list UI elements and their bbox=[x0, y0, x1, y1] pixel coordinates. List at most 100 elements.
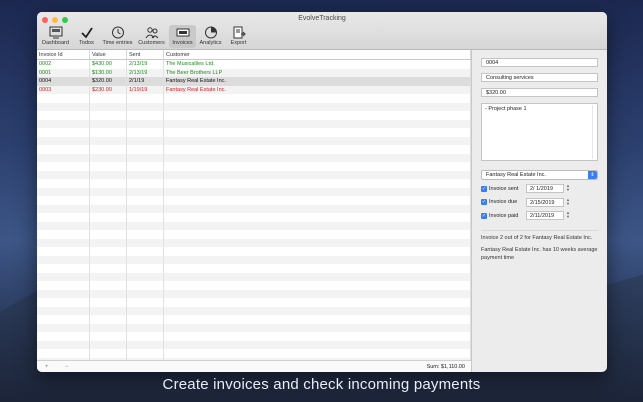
amount-field[interactable]: $320.00 bbox=[481, 88, 598, 97]
empty-cell bbox=[90, 323, 127, 332]
customer-select[interactable]: Fantasy Real Estate Inc. ⇕ bbox=[481, 170, 598, 180]
invoice-sent-stepper[interactable]: ▲ ▼ bbox=[566, 184, 570, 193]
empty-cell bbox=[164, 187, 471, 196]
table-row[interactable]: 0002 $430.00 2/13/19 The Musicallies Ltd… bbox=[37, 60, 471, 69]
empty-cell bbox=[127, 323, 164, 332]
notes-textarea[interactable]: - Project phase 1 bbox=[481, 103, 598, 161]
empty-cell bbox=[90, 213, 127, 222]
cell-value: $130.00 bbox=[90, 68, 127, 77]
main-content: Invoice Id Value Sent Customer 0002 $430… bbox=[37, 50, 607, 372]
invoice-due-checkbox[interactable]: ✓ bbox=[481, 199, 487, 205]
cell-sent: 1/19/19 bbox=[127, 85, 164, 94]
toolbar-invoices[interactable]: Invoices bbox=[169, 25, 196, 48]
table-row[interactable]: 0003 $230.00 1/19/19 Fantasy Real Estate… bbox=[37, 85, 471, 94]
cell-invoice-id: 0003 bbox=[37, 85, 90, 94]
empty-cell bbox=[90, 264, 127, 273]
empty-cell bbox=[164, 315, 471, 324]
empty-cell bbox=[164, 128, 471, 137]
invoice-icon bbox=[176, 28, 189, 37]
invoice-paid-label: Invoice paid bbox=[489, 212, 519, 219]
empty-table-row bbox=[37, 349, 471, 358]
invoice-sent-label: Invoice sent bbox=[489, 185, 519, 192]
empty-cell bbox=[90, 272, 127, 281]
empty-cell bbox=[37, 102, 90, 111]
empty-cell bbox=[164, 289, 471, 298]
invoice-paid-stepper[interactable]: ▲ ▼ bbox=[566, 211, 570, 220]
empty-cell bbox=[164, 230, 471, 239]
invoice-sent-checkbox[interactable]: ✓ bbox=[481, 185, 487, 192]
export-icon bbox=[233, 26, 246, 39]
empty-table-row bbox=[37, 102, 471, 111]
empty-cell bbox=[164, 179, 471, 188]
remove-invoice-button[interactable]: − bbox=[65, 364, 77, 370]
empty-cell bbox=[164, 162, 471, 171]
empty-cell bbox=[90, 119, 127, 128]
empty-cell bbox=[37, 187, 90, 196]
empty-cell bbox=[37, 281, 90, 290]
toolbar-todos[interactable]: Todos bbox=[73, 25, 100, 48]
empty-cell bbox=[127, 289, 164, 298]
empty-cell bbox=[127, 153, 164, 162]
invoice-paid-checkbox[interactable]: ✓ bbox=[481, 212, 487, 219]
description-field[interactable]: Consulting services bbox=[481, 73, 598, 82]
add-invoice-button[interactable]: + bbox=[45, 364, 57, 370]
empty-table-row bbox=[37, 213, 471, 222]
empty-cell bbox=[127, 187, 164, 196]
empty-cell bbox=[127, 196, 164, 205]
empty-cell bbox=[37, 204, 90, 213]
table-row[interactable]: 0001 $130.00 2/13/19 The Beer Brothers L… bbox=[37, 68, 471, 77]
column-header-value[interactable]: Value bbox=[90, 50, 127, 59]
table-body: 0002 $430.00 2/13/19 The Musicallies Ltd… bbox=[37, 60, 471, 360]
customer-select-value: Fantasy Real Estate Inc. bbox=[486, 172, 546, 178]
cell-value: $230.00 bbox=[90, 85, 127, 94]
sum-total: Sum: $1,110.00 bbox=[426, 363, 465, 370]
empty-table-row bbox=[37, 281, 471, 290]
invoice-paid-date[interactable]: 2/11/2019 bbox=[526, 211, 564, 220]
clock-icon bbox=[111, 26, 124, 39]
empty-cell bbox=[90, 255, 127, 264]
empty-cell bbox=[127, 145, 164, 154]
empty-table-row bbox=[37, 153, 471, 162]
empty-cell bbox=[37, 272, 90, 281]
empty-cell bbox=[90, 298, 127, 307]
column-header-sent[interactable]: Sent bbox=[127, 50, 164, 59]
empty-cell bbox=[127, 272, 164, 281]
empty-table-row bbox=[37, 204, 471, 213]
empty-table-row bbox=[37, 306, 471, 315]
empty-cell bbox=[164, 298, 471, 307]
toolbar-analytics[interactable]: Analytics bbox=[197, 25, 224, 48]
cell-customer: Fantasy Real Estate Inc. bbox=[164, 85, 471, 94]
empty-cell bbox=[127, 349, 164, 358]
table-header: Invoice Id Value Sent Customer bbox=[37, 50, 471, 60]
column-header-customer[interactable]: Customer bbox=[164, 50, 471, 59]
empty-table-row bbox=[37, 298, 471, 307]
empty-table-row bbox=[37, 111, 471, 120]
cell-invoice-id: 0004 bbox=[37, 77, 90, 86]
empty-cell bbox=[90, 315, 127, 324]
table-row[interactable]: 0004 $320.00 2/1/19 Fantasy Real Estate … bbox=[37, 77, 471, 86]
invoice-id-field[interactable]: 0004 bbox=[481, 58, 598, 67]
empty-cell bbox=[164, 332, 471, 341]
payment-time-info: Fantasy Real Estate Inc. has 10 weeks av… bbox=[481, 247, 598, 261]
empty-table-row bbox=[37, 340, 471, 349]
invoice-due-stepper[interactable]: ▲ ▼ bbox=[566, 197, 570, 207]
empty-cell bbox=[37, 264, 90, 273]
empty-cell bbox=[37, 340, 90, 349]
analytics-icon bbox=[204, 26, 217, 39]
column-header-invoice-id[interactable]: Invoice Id bbox=[37, 50, 90, 59]
notes-scrollbar[interactable] bbox=[592, 105, 596, 159]
invoice-sent-row: ✓ Invoice sent 2/ 1/2019 ▲ ▼ bbox=[481, 184, 598, 194]
empty-cell bbox=[127, 213, 164, 222]
empty-table-row bbox=[37, 179, 471, 188]
app-window: EvolveTracking Dashboard Todos Time entr… bbox=[37, 12, 607, 372]
empty-table-row bbox=[37, 323, 471, 332]
toolbar-customers[interactable]: Customers bbox=[135, 25, 168, 48]
empty-cell bbox=[90, 153, 127, 162]
toolbar-export[interactable]: Export bbox=[225, 25, 252, 48]
empty-cell bbox=[127, 247, 164, 256]
invoice-due-date[interactable]: 2/15/2019 bbox=[526, 197, 564, 207]
toolbar-time-entries[interactable]: Time entries bbox=[101, 25, 134, 48]
invoice-sent-date[interactable]: 2/ 1/2019 bbox=[526, 184, 564, 193]
toolbar-dashboard[interactable]: Dashboard bbox=[39, 25, 72, 48]
empty-cell bbox=[37, 323, 90, 332]
